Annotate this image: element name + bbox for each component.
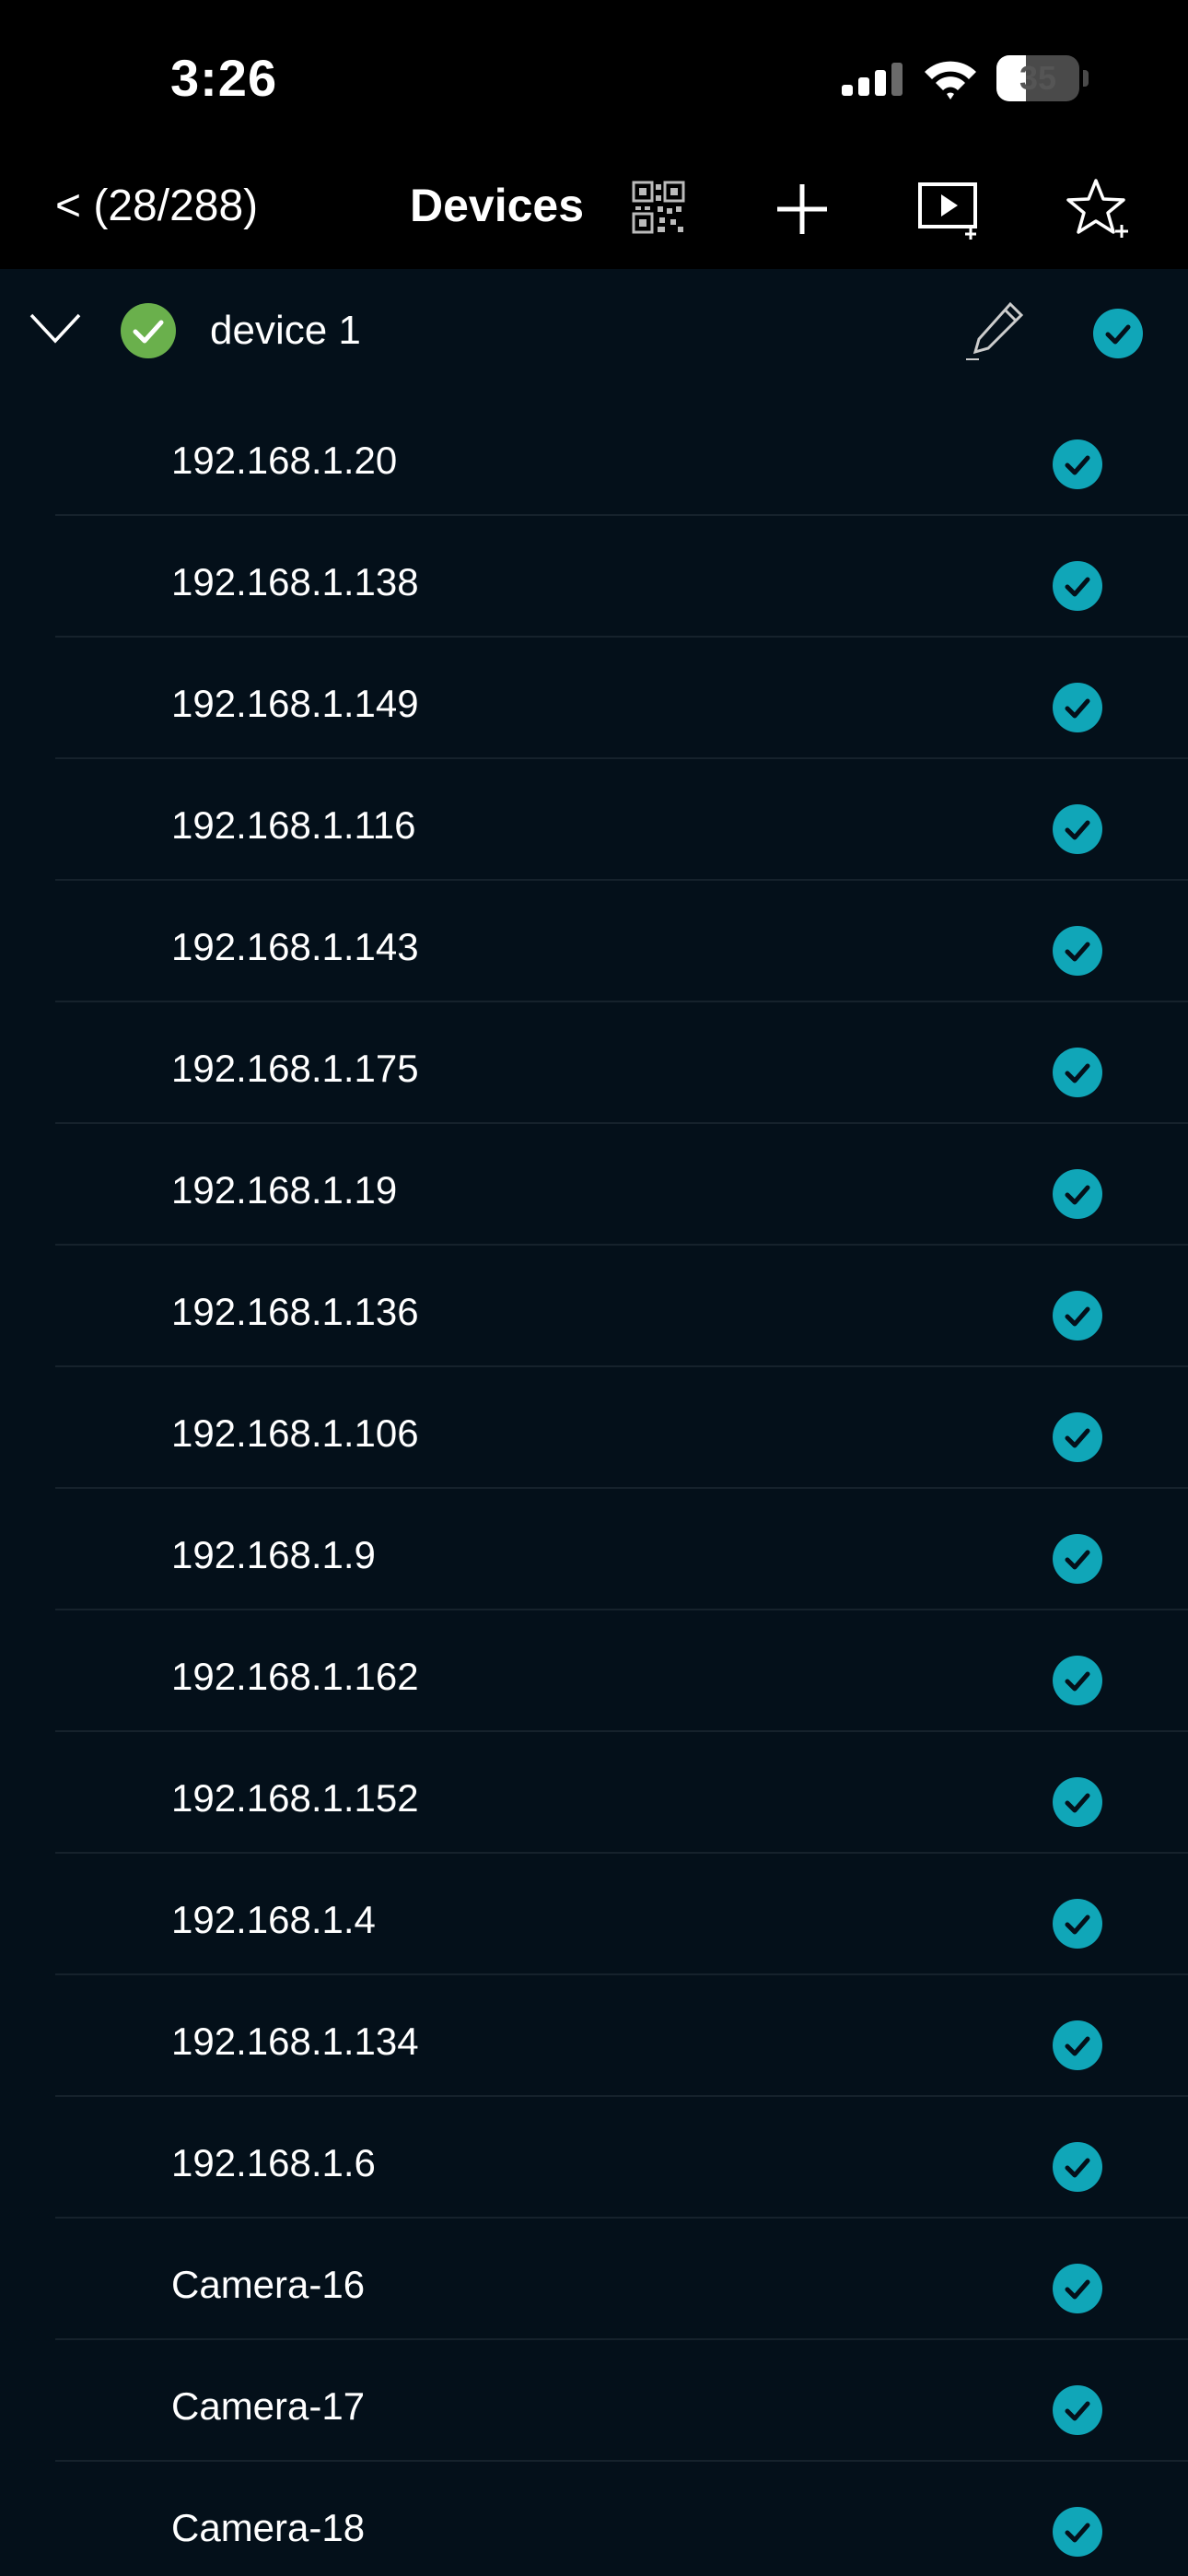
device-row[interactable]: 192.168.1.134 (0, 1975, 1188, 2097)
device-row[interactable]: 192.168.1.136 (0, 1246, 1188, 1367)
device-select-checkbox[interactable] (1052, 1655, 1103, 1711)
device-select-checkbox[interactable] (1052, 560, 1103, 616)
device-list: 192.168.1.20 192.168.1.138 192.168.1.149 19… (0, 394, 1188, 2576)
device-select-checkbox[interactable] (1052, 1776, 1103, 1832)
device-name: 192.168.1.175 (171, 1047, 419, 1090)
device-group-header[interactable]: device 1 (0, 269, 1188, 394)
device-row[interactable]: 192.168.1.175 (0, 1002, 1188, 1124)
device-name: 192.168.1.152 (171, 1776, 419, 1820)
device-name: 192.168.1.19 (171, 1168, 398, 1212)
device-select-checkbox[interactable] (1052, 439, 1103, 495)
device-row[interactable]: 192.168.1.20 (0, 394, 1188, 516)
device-row[interactable]: 192.168.1.6 (0, 2097, 1188, 2219)
device-row[interactable]: 192.168.1.9 (0, 1489, 1188, 1610)
page-title: Devices (410, 180, 585, 231)
device-name: Camera-17 (171, 2384, 366, 2428)
device-name: 192.168.1.134 (171, 2020, 419, 2063)
battery-percentage: 35 (1019, 59, 1057, 97)
device-row[interactable]: Camera-17 (0, 2340, 1188, 2462)
device-select-checkbox[interactable] (1052, 2506, 1103, 2562)
device-name: Camera-16 (171, 2263, 366, 2306)
device-select-checkbox[interactable] (1052, 1533, 1103, 1589)
wifi-icon (921, 57, 980, 106)
device-row[interactable]: 192.168.1.143 (0, 881, 1188, 1002)
device-row[interactable]: Camera-16 (0, 2219, 1188, 2340)
device-select-checkbox[interactable] (1052, 1290, 1103, 1346)
device-select-checkbox[interactable] (1052, 682, 1103, 738)
device-name: 192.168.1.143 (171, 925, 419, 968)
device-row[interactable]: 192.168.1.4 (0, 1854, 1188, 1975)
chevron-down-icon[interactable] (28, 308, 83, 353)
device-select-checkbox[interactable] (1052, 2384, 1103, 2441)
device-row[interactable]: 192.168.1.19 (0, 1124, 1188, 1246)
device-group-name: device 1 (210, 308, 361, 353)
device-select-checkbox[interactable] (1052, 1047, 1103, 1103)
cellular-signal-icon (840, 61, 914, 102)
device-select-checkbox[interactable] (1052, 2263, 1103, 2319)
device-select-checkbox[interactable] (1052, 1411, 1103, 1468)
device-row[interactable]: 192.168.1.162 (0, 1610, 1188, 1732)
device-row[interactable]: 192.168.1.116 (0, 759, 1188, 881)
device-name: 192.168.1.20 (171, 439, 398, 482)
add-icon[interactable] (774, 181, 831, 242)
nav-bar: < (28/288) Devices (0, 157, 1188, 269)
device-row[interactable]: Camera-18 (0, 2462, 1188, 2576)
device-select-checkbox[interactable] (1052, 2141, 1103, 2197)
status-time: 3:26 (170, 49, 278, 107)
status-bar: 3:26 35 (0, 0, 1188, 157)
add-favorite-icon[interactable] (1066, 177, 1133, 248)
group-select-checkbox[interactable] (1092, 308, 1144, 364)
battery-icon: 35 (996, 55, 1089, 103)
device-name: 192.168.1.136 (171, 1290, 419, 1333)
device-name: 192.168.1.162 (171, 1655, 419, 1698)
device-select-checkbox[interactable] (1052, 2020, 1103, 2076)
device-name: 192.168.1.149 (171, 682, 419, 725)
devices-screen: 3:26 35 < (28/288) Devices device 1 192.… (0, 0, 1188, 2576)
device-name: 192.168.1.106 (171, 1411, 419, 1455)
device-row[interactable]: 192.168.1.149 (0, 638, 1188, 759)
device-select-checkbox[interactable] (1052, 925, 1103, 981)
device-name: 192.168.1.4 (171, 1898, 376, 1941)
device-name: Camera-18 (171, 2506, 366, 2549)
device-name: 192.168.1.9 (171, 1533, 376, 1576)
pencil-icon[interactable] (962, 299, 1027, 368)
device-select-checkbox[interactable] (1052, 1898, 1103, 1954)
device-select-checkbox[interactable] (1052, 803, 1103, 860)
device-select-checkbox[interactable] (1052, 1168, 1103, 1224)
device-name: 192.168.1.138 (171, 560, 419, 603)
online-status-icon (120, 302, 177, 364)
device-name: 192.168.1.6 (171, 2141, 376, 2184)
qr-code-icon[interactable] (632, 181, 685, 239)
back-button[interactable]: < (28/288) (55, 181, 258, 231)
add-live-view-icon[interactable] (917, 181, 984, 246)
device-name: 192.168.1.116 (171, 803, 416, 847)
device-row[interactable]: 192.168.1.106 (0, 1367, 1188, 1489)
device-row[interactable]: 192.168.1.138 (0, 516, 1188, 638)
device-row[interactable]: 192.168.1.152 (0, 1732, 1188, 1854)
